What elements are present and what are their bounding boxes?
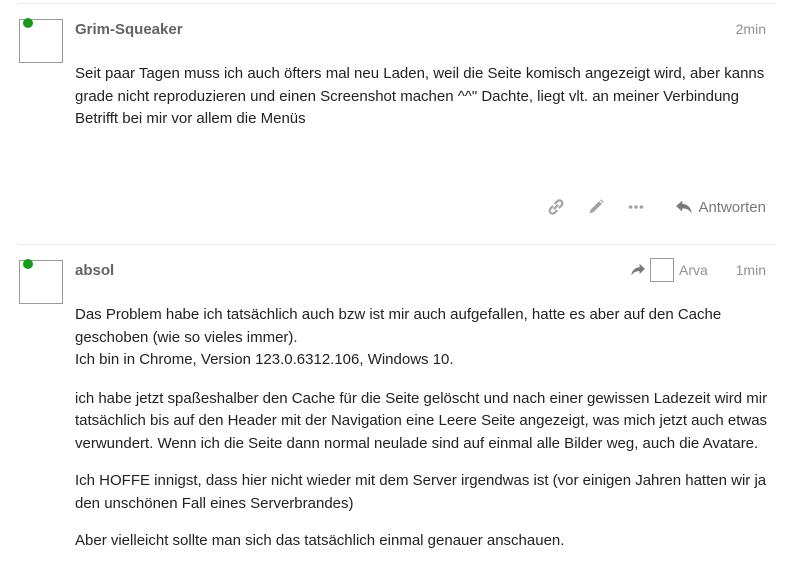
post-body: Das Problem habe ich tatsächlich auch bz…: [75, 304, 775, 553]
avatar[interactable]: [19, 18, 63, 63]
pencil-icon[interactable]: [587, 198, 605, 216]
post-body: Seit paar Tagen muss ich auch öfters mal…: [75, 63, 775, 131]
post-time[interactable]: 1min: [736, 262, 766, 278]
post-paragraph: Das Problem habe ich tatsächlich auch bz…: [75, 306, 722, 346]
post-username[interactable]: absol: [75, 262, 114, 279]
avatar[interactable]: [19, 259, 63, 304]
link-icon[interactable]: [547, 198, 565, 216]
reply-icon: [676, 200, 693, 214]
ellipsis-icon[interactable]: [627, 198, 645, 216]
reply-to-username: Arva: [679, 262, 708, 278]
online-indicator: [23, 18, 33, 28]
post-divider: [18, 244, 776, 245]
share-arrow-icon: [631, 263, 645, 276]
reply-label: Antworten: [698, 198, 766, 216]
online-indicator: [23, 259, 33, 269]
post-time[interactable]: 2min: [736, 21, 766, 37]
reply-to-avatar: [650, 258, 674, 282]
post-paragraph: Betrifft bei mir vor allem die Menüs: [75, 110, 306, 127]
post-actions: Antworten: [525, 198, 766, 216]
post-paragraph: ich habe jetzt spaßeshalber den Cache fü…: [75, 389, 768, 452]
reply-to-tab[interactable]: Arva: [630, 258, 708, 282]
post-paragraph: Ich bin in Chrome, Version 123.0.6312.10…: [75, 351, 454, 368]
reply-button[interactable]: Antworten: [675, 199, 766, 216]
post-paragraph: Ich HOFFE innigst, dass hier nicht wiede…: [75, 472, 767, 512]
post-paragraph: Seit paar Tagen muss ich auch öfters mal…: [75, 65, 765, 105]
post-username[interactable]: Grim-Squeaker: [75, 21, 183, 38]
top-divider: [18, 3, 776, 4]
post-paragraph: Aber vielleicht sollte man sich das tats…: [75, 532, 565, 549]
